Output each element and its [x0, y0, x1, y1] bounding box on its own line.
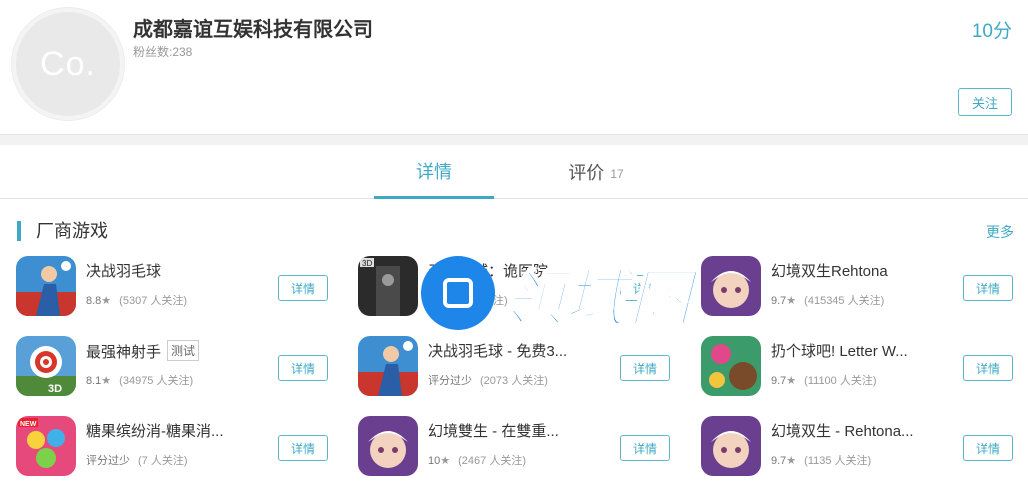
tab-detail-label: 详情	[416, 161, 452, 182]
game-meta: 评分过少 (2073 人关注)	[428, 372, 548, 388]
game-followers: (11100 人关注)	[804, 375, 877, 387]
tab-bar: 详情 评价 17	[0, 145, 1028, 199]
divider-band	[0, 134, 1028, 145]
game-name: 幻境双生 - Rehtona...	[771, 423, 914, 440]
game-detail-button[interactable]: 详情	[620, 435, 670, 461]
game-detail-button[interactable]: 详情	[963, 435, 1013, 461]
rehtona-game-icon[interactable]	[701, 416, 761, 476]
more-link[interactable]: 更多	[986, 222, 1014, 242]
vendor-header: Co. 成都嘉谊互娱科技有限公司 粉丝数:238 10分 关注	[0, 0, 1028, 134]
game-detail-button[interactable]: 详情	[278, 355, 328, 381]
game-name: 幻境双生Rehtona	[771, 263, 888, 280]
game-rating: 8.8	[86, 295, 102, 307]
game-followers: (1135 人关注)	[804, 455, 872, 467]
game-followers: (5307 人关注)	[119, 295, 188, 307]
game-meta: 9.7★ (415345 人关注)	[771, 292, 884, 308]
game-item[interactable]: 幻境雙生 - 在雙重... 10★ (2467 人关注) 详情	[358, 416, 688, 478]
badminton-game-icon[interactable]	[16, 256, 76, 316]
company-name: 成都嘉谊互娱科技有限公司	[133, 19, 373, 41]
game-followers: (7 人关注)	[138, 455, 188, 467]
star-icon: ★	[786, 455, 797, 467]
game-rating: 9.7	[771, 455, 787, 467]
tab-detail[interactable]: 详情	[374, 145, 494, 199]
game-rating: 评分过少	[86, 455, 130, 467]
badminton-game-icon[interactable]	[358, 336, 418, 396]
game-name: 决战羽毛球 - 免费3...	[428, 343, 568, 360]
watermark-text: 领域圈	[500, 264, 694, 335]
game-item[interactable]: 3D 最强神射手 测试 8.1★ (34975 人关注) 详情	[16, 336, 346, 398]
game-name: 幻境雙生 - 在雙重...	[428, 423, 559, 440]
svg-text:NEW: NEW	[20, 421, 37, 428]
star-icon: ★	[101, 375, 112, 387]
game-name: 最强神射手 测试	[86, 340, 266, 362]
game-name: 糖果缤纷消-糖果消...	[86, 423, 224, 440]
game-meta: 10★ (2467 人关注)	[428, 452, 526, 468]
candy-game-icon[interactable]: NEW	[16, 416, 76, 476]
game-rating: 9.7	[771, 375, 787, 387]
game-item[interactable]: 幻境双生Rehtona 9.7★ (415345 人关注) 详情	[701, 256, 1028, 318]
game-item[interactable]: 幻境双生 - Rehtona... 9.7★ (1135 人关注) 详情	[701, 416, 1028, 478]
game-detail-button[interactable]: 详情	[963, 355, 1013, 381]
game-detail-button[interactable]: 详情	[278, 275, 328, 301]
star-icon: ★	[440, 455, 451, 467]
rehtona-game-icon[interactable]	[358, 416, 418, 476]
watermark: 领域圈	[421, 253, 721, 335]
star-icon: ★	[786, 375, 797, 387]
game-tag: 测试	[167, 340, 200, 361]
game-item[interactable]: 扔个球吧! Letter W... 9.7★ (11100 人关注) 详情	[701, 336, 1028, 398]
game-followers: (2467 人关注)	[458, 455, 526, 467]
tab-review[interactable]: 评价 17	[536, 145, 656, 199]
star-icon: ★	[101, 295, 112, 307]
game-meta: 9.7★ (11100 人关注)	[771, 372, 877, 388]
review-count: 17	[610, 167, 624, 181]
vendor-logo: Co.	[12, 8, 124, 120]
game-item[interactable]: 决战羽毛球 8.8★ (5307 人关注) 详情	[16, 256, 346, 318]
game-rating: 评分过少	[428, 375, 472, 387]
game-meta: 8.1★ (34975 人关注)	[86, 372, 193, 388]
game-item[interactable]: NEW 糖果缤纷消-糖果消... 评分过少 (7 人关注) 详情	[16, 416, 346, 478]
game-meta: 9.7★ (1135 人关注)	[771, 452, 871, 468]
game-followers: (2073 人关注)	[480, 375, 548, 387]
game-rating: 9.7	[771, 295, 787, 307]
game-rating: 10	[428, 455, 441, 467]
game-detail-button[interactable]: 详情	[963, 275, 1013, 301]
star-icon: ★	[786, 295, 797, 307]
game-detail-button[interactable]: 详情	[278, 435, 328, 461]
section-title: 厂商游戏	[17, 221, 108, 241]
game-item[interactable]: 决战羽毛球 - 免费3... 评分过少 (2073 人关注) 详情	[358, 336, 688, 398]
horror-game-icon[interactable]: 3D	[358, 256, 418, 316]
svg-text:3D: 3D	[362, 259, 372, 268]
game-meta: 评分过少 (7 人关注)	[86, 452, 188, 468]
fans-count: 粉丝数:238	[133, 45, 193, 59]
game-detail-button[interactable]: 详情	[620, 355, 670, 381]
svg-text:3D: 3D	[48, 383, 62, 395]
game-followers: (415345 人关注)	[804, 295, 885, 307]
game-followers: (34975 人关注)	[119, 375, 194, 387]
vendor-logo-text: Co.	[40, 44, 96, 83]
ball-game-icon[interactable]	[701, 336, 761, 396]
vendor-score: 10分	[971, 21, 1012, 42]
game-rating: 8.1	[86, 375, 102, 387]
game-name: 决战羽毛球	[86, 263, 162, 280]
tab-review-label: 评价	[568, 163, 605, 183]
follow-button[interactable]: 关注	[958, 88, 1012, 116]
watermark-logo-icon	[421, 256, 495, 330]
game-name: 扔个球吧! Letter W...	[771, 343, 908, 360]
game-meta: 8.8★ (5307 人关注)	[86, 292, 187, 308]
archery-game-icon[interactable]: 3D	[16, 336, 76, 396]
